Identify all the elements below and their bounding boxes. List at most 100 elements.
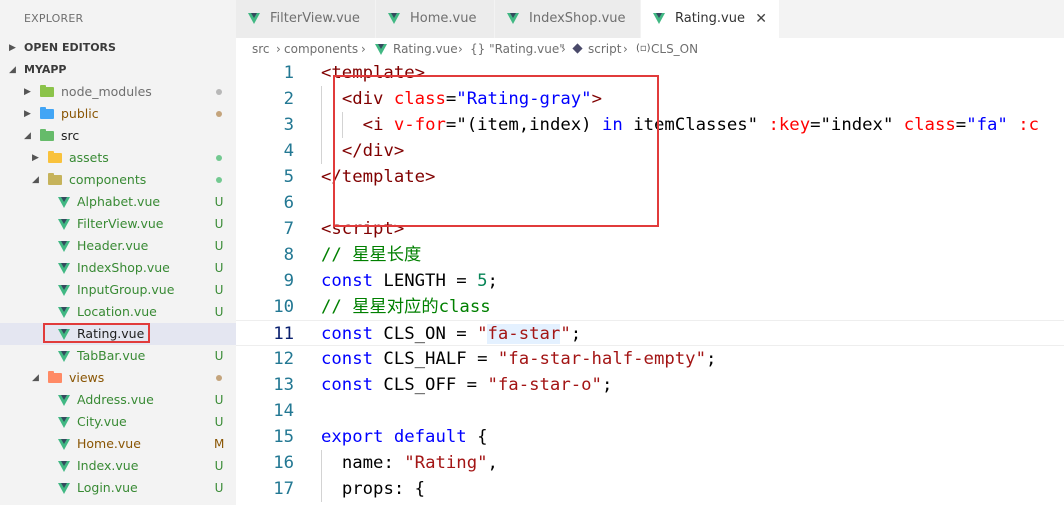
tree-file[interactable]: Address.vue U xyxy=(0,389,236,411)
tree-folder[interactable]: ▶ node_modules xyxy=(0,81,236,103)
code-line[interactable]: 14 xyxy=(236,398,1064,424)
code-text: export default { xyxy=(321,424,488,450)
tree-folder[interactable]: ▶ assets xyxy=(0,147,236,169)
tree-file[interactable]: Home.vue M xyxy=(0,433,236,455)
tree-item-label: Alphabet.vue xyxy=(77,194,161,209)
indent-guide xyxy=(321,86,322,112)
line-number: 11 xyxy=(273,324,294,344)
line-number: 4 xyxy=(283,141,294,161)
tree-file[interactable]: IndexShop.vue U xyxy=(0,257,236,279)
tab-label: FilterView.vue xyxy=(270,11,360,26)
git-status-badge: M xyxy=(214,437,225,451)
git-status-dot xyxy=(216,375,222,381)
git-status-badge: U xyxy=(214,195,224,209)
code-token: default xyxy=(393,427,467,447)
code-token: "fa-star-o" xyxy=(487,375,602,395)
explorer-title: EXPLORER xyxy=(24,12,84,25)
line-number: 14 xyxy=(273,401,294,421)
code-line[interactable]: 13 const CLS_OFF = "fa-star-o"; xyxy=(236,372,1064,398)
line-number: 15 xyxy=(273,427,294,447)
breadcrumb-module[interactable]: {} "Rating.vue" xyxy=(470,38,565,60)
code-text: props: { xyxy=(342,476,425,502)
code-text: // 星星对应的class xyxy=(321,294,491,320)
code-text: name: "Rating", xyxy=(342,450,498,476)
breadcrumb-file[interactable]: Rating.vue xyxy=(393,38,458,60)
tab-label: Rating.vue xyxy=(675,11,745,26)
breadcrumb-script[interactable]: script xyxy=(588,38,621,60)
tree-folder[interactable]: ◢ components xyxy=(0,169,236,191)
editor-tab[interactable]: Home.vue xyxy=(376,0,495,38)
chevron-down-icon: ◢ xyxy=(32,373,39,383)
tree-item-label: assets xyxy=(69,150,109,165)
git-status-badge: U xyxy=(214,305,224,319)
git-status-badge: U xyxy=(214,459,224,473)
tree-file[interactable]: TabBar.vue U xyxy=(0,345,236,367)
tree-file[interactable]: Location.vue U xyxy=(0,301,236,323)
tree-file[interactable]: Header.vue U xyxy=(0,235,236,257)
tree-item-label: City.vue xyxy=(77,414,127,429)
breadcrumb-components[interactable]: components xyxy=(284,38,358,60)
tree-file[interactable]: City.vue U xyxy=(0,411,236,433)
code-line[interactable]: 16 name: "Rating", xyxy=(236,450,1064,476)
tree-item-label: views xyxy=(69,370,105,385)
chevron-down-icon: ◢ xyxy=(24,131,31,141)
code-line[interactable]: 9 const LENGTH = 5; xyxy=(236,268,1064,294)
close-icon[interactable]: ✕ xyxy=(755,0,767,38)
tree-file[interactable]: FilterView.vue U xyxy=(0,213,236,235)
code-token: export xyxy=(321,427,384,447)
code-token: 5 xyxy=(477,271,488,291)
tree-file[interactable]: Alphabet.vue U xyxy=(0,191,236,213)
code-token: "fa" xyxy=(966,115,1019,135)
breadcrumb-symbol[interactable]: CLS_ON xyxy=(651,38,698,60)
line-number: 8 xyxy=(283,245,294,265)
git-status-dot xyxy=(216,111,222,117)
code-token: "fa-star-half-empty" xyxy=(497,349,706,369)
tree-item-label: FilterView.vue xyxy=(77,216,164,231)
vue-file-icon xyxy=(58,263,70,274)
code-line[interactable]: 15 export default { xyxy=(236,424,1064,450)
code-token: :c xyxy=(1018,115,1040,135)
breadcrumb-separator: › xyxy=(276,42,281,56)
code-line[interactable]: 10 // 星星对应的class xyxy=(236,294,1064,320)
code-token: CLS_OFF = xyxy=(373,375,488,395)
tree-item-label: InputGroup.vue xyxy=(77,282,175,297)
tree-item-label: Header.vue xyxy=(77,238,149,253)
line-number: 6 xyxy=(283,193,294,213)
line-number: 2 xyxy=(283,89,294,109)
git-status-badge: U xyxy=(214,217,224,231)
tree-folder[interactable]: ◢ src xyxy=(0,125,236,147)
annotation-box-code xyxy=(333,75,659,227)
tree-file[interactable]: Index.vue U xyxy=(0,455,236,477)
folder-orange-open-icon xyxy=(48,371,62,383)
code-line[interactable]: 8 // 星星长度 xyxy=(236,242,1064,268)
vue-file-icon xyxy=(58,285,70,296)
code-line[interactable]: 12 const CLS_HALF = "fa-star-half-empty"; xyxy=(236,346,1064,372)
code-token: const xyxy=(321,375,374,395)
tree-folder[interactable]: ▶ public xyxy=(0,103,236,125)
code-token: " xyxy=(560,324,571,344)
breadcrumb-src[interactable]: src xyxy=(252,38,270,60)
code-text: const CLS_HALF = "fa-star-half-empty"; xyxy=(321,346,716,372)
line-number: 9 xyxy=(283,271,294,291)
vue-file-icon xyxy=(58,461,70,472)
project-section[interactable]: ◢ MYAPP xyxy=(0,59,236,81)
code-line[interactable]: 11 const CLS_ON = "fa-star"; xyxy=(236,320,1064,346)
editor-tab[interactable]: IndexShop.vue xyxy=(495,0,641,38)
vue-file-icon xyxy=(58,307,70,318)
breadcrumb-separator: › xyxy=(561,42,566,56)
code-token: const xyxy=(321,271,374,291)
folder-green-icon xyxy=(40,85,54,97)
project-label: MYAPP xyxy=(24,63,67,76)
open-editors-label: OPEN EDITORS xyxy=(24,41,116,54)
tree-item-label: Login.vue xyxy=(77,480,138,495)
vue-file-icon xyxy=(58,417,70,428)
open-editors-section[interactable]: ▶ OPEN EDITORS xyxy=(0,37,236,59)
tree-folder[interactable]: ◢ views xyxy=(0,367,236,389)
vue-file-icon xyxy=(248,13,260,24)
tree-file[interactable]: InputGroup.vue U xyxy=(0,279,236,301)
editor-tab[interactable]: FilterView.vue xyxy=(236,0,376,38)
editor-tab[interactable]: Rating.vue ✕ xyxy=(641,0,780,38)
code-line[interactable]: 17 props: { xyxy=(236,476,1064,502)
code-token: props: { xyxy=(341,479,426,499)
tree-file[interactable]: Login.vue U xyxy=(0,477,236,499)
